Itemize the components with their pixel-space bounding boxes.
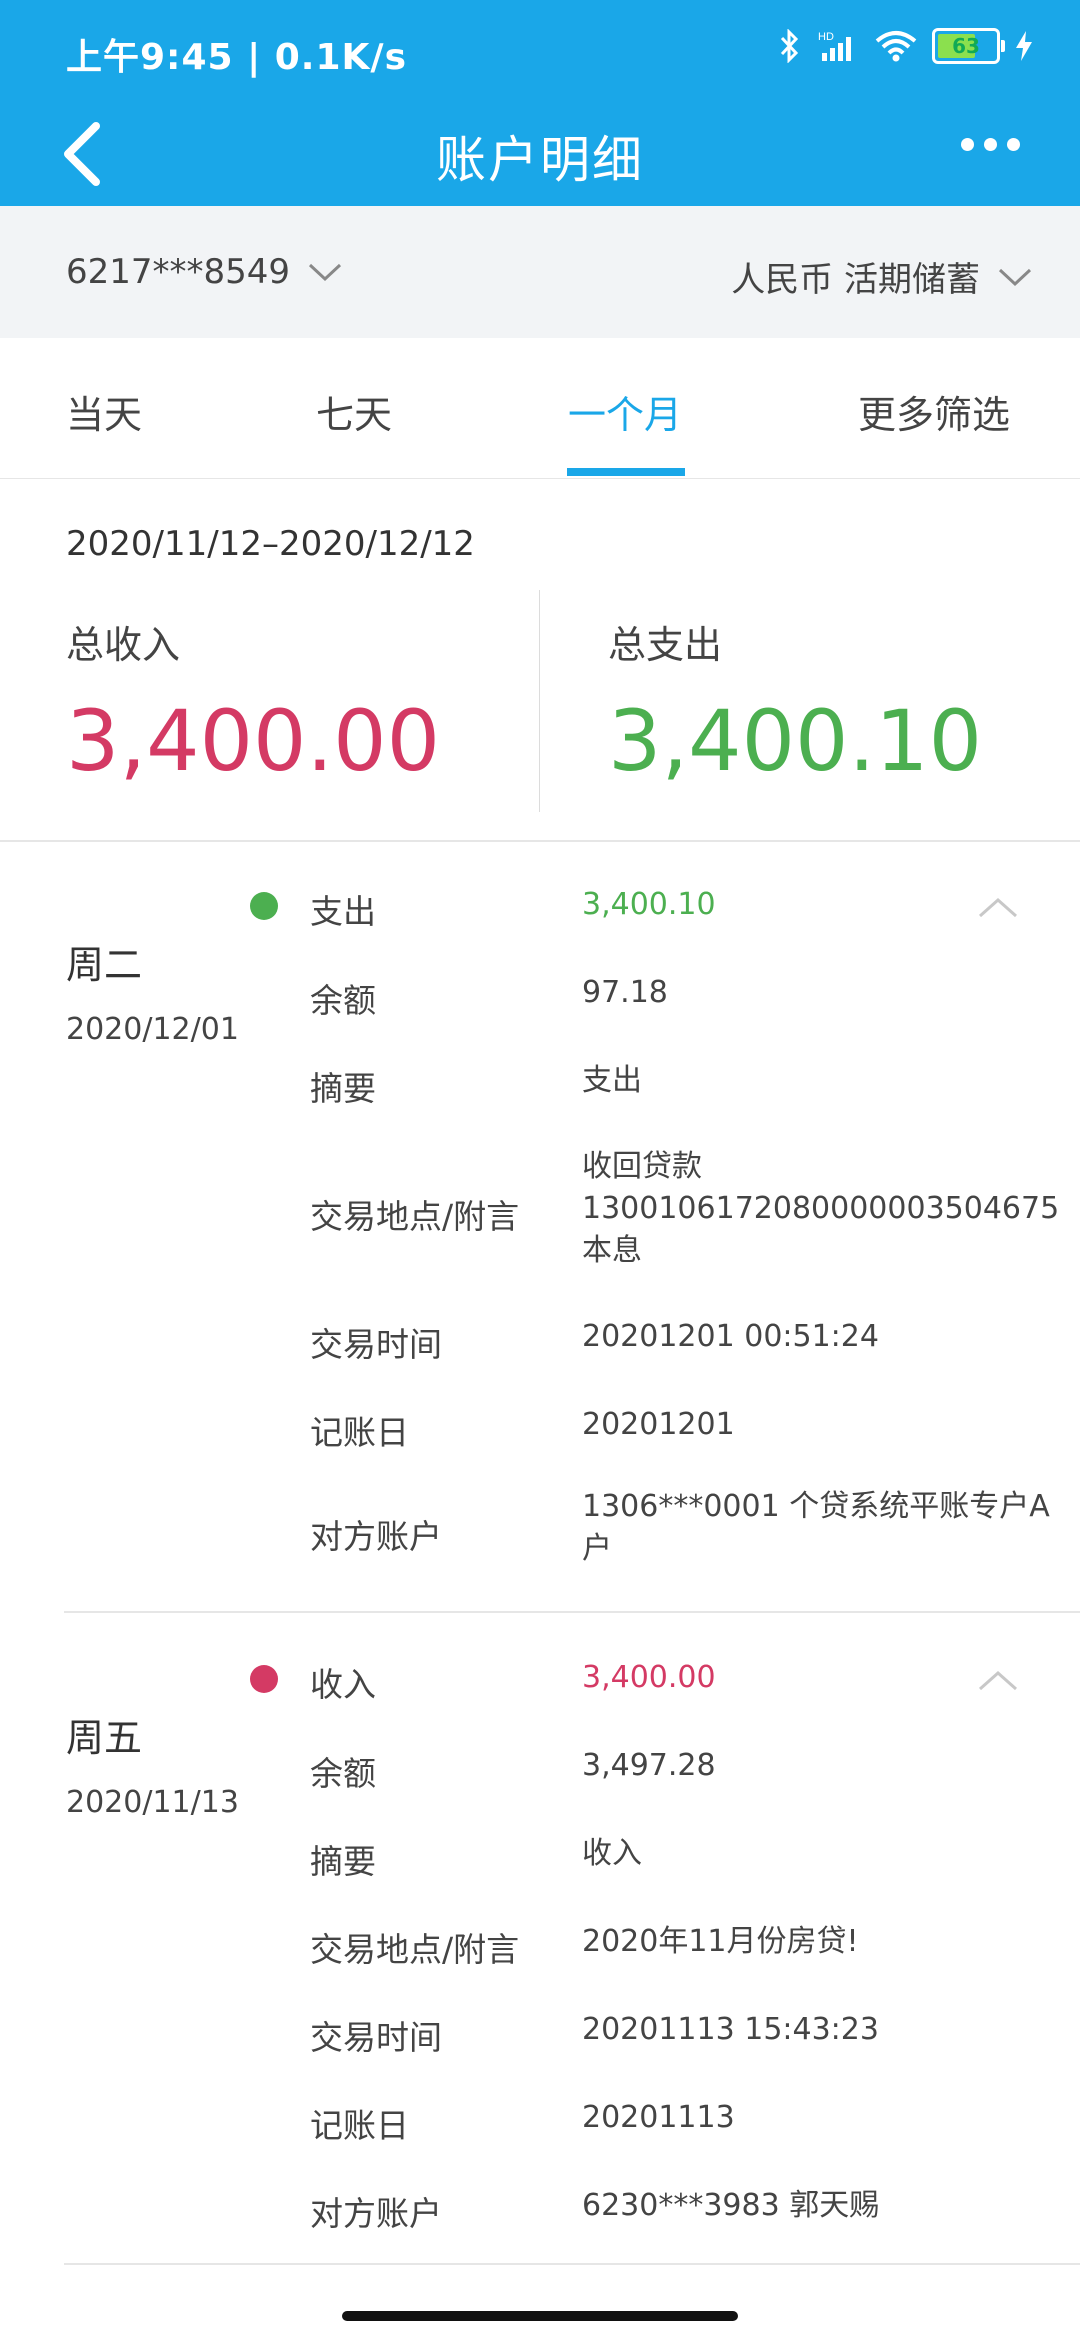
counterparty-line: 1306***0001 个贷系统平账专户A xyxy=(582,1489,1050,1524)
summary-divider xyxy=(539,590,540,812)
status-time: 上午9:45 | 0.1K/s xyxy=(66,37,408,78)
income-dot-icon xyxy=(250,1665,278,1693)
transaction-type-label: 收入 xyxy=(310,1665,376,1704)
transaction-weekday: 周五 xyxy=(66,1716,143,1760)
expense-dot-icon xyxy=(250,892,278,920)
posting-date-value: 20201113 xyxy=(582,2100,735,2135)
active-tab-indicator xyxy=(567,468,685,476)
home-indicator[interactable] xyxy=(342,2311,738,2321)
tab-one-month[interactable]: 一个月 xyxy=(568,384,682,439)
location-note-value: 2020年11月份房贷! xyxy=(582,1924,859,1959)
posting-date-label: 记账日 xyxy=(310,1413,409,1452)
account-number-selector[interactable]: 6217***8549 xyxy=(66,252,344,292)
transaction-type-label: 支出 xyxy=(310,892,376,931)
transaction-divider xyxy=(64,2263,1080,2265)
account-selector-bar: 6217***8549 人民币 活期储蓄 xyxy=(0,206,1080,338)
signal-icon: HD xyxy=(818,31,851,61)
chevron-up-icon[interactable] xyxy=(976,1667,1020,1693)
counterparty-label: 对方账户 xyxy=(310,2194,442,2233)
balance-value: 97.18 xyxy=(582,975,668,1010)
transaction-amount: 3,400.00 xyxy=(582,1660,716,1695)
summary-label: 摘要 xyxy=(310,1069,376,1108)
battery-level: 63 xyxy=(952,34,980,58)
tab-seven-days[interactable]: 七天 xyxy=(316,384,392,439)
transaction-time-label: 交易时间 xyxy=(310,1325,442,1364)
transaction-date: 2020/11/13 xyxy=(66,1785,239,1820)
total-income-label: 总收入 xyxy=(66,623,181,667)
balance-label: 余额 xyxy=(310,981,376,1020)
balance-label: 余额 xyxy=(310,1754,376,1793)
more-dot-icon xyxy=(961,138,974,151)
counterparty-value: 6230***3983 郭天赐 xyxy=(582,2188,880,2223)
chevron-up-icon[interactable] xyxy=(976,894,1020,920)
transaction-weekday: 周二 xyxy=(66,943,143,987)
page-title: 账户明细 xyxy=(436,131,644,189)
tab-more-filters[interactable]: 更多筛选 xyxy=(858,384,1010,439)
location-note-label: 交易地点/附言 xyxy=(310,1930,520,1969)
counterparty-line: 户 xyxy=(582,1531,612,1566)
more-dot-icon xyxy=(984,138,997,151)
transaction-time-value: 20201201 00:51:24 xyxy=(582,1319,879,1354)
location-note-line: 本息 xyxy=(582,1233,642,1268)
transaction-item[interactable]: 周二 2020/12/01 支出 3,400.10 余额 97.18 摘要 支出… xyxy=(0,840,1080,1612)
total-income-value: 3,400.00 xyxy=(66,692,441,790)
posting-date-label: 记账日 xyxy=(310,2106,409,2145)
counterparty-label: 对方账户 xyxy=(310,1517,442,1556)
more-options-button[interactable] xyxy=(961,138,1020,151)
wifi-icon xyxy=(875,31,917,62)
account-type: 人民币 活期储蓄 xyxy=(731,260,980,300)
tab-today[interactable]: 当天 xyxy=(66,384,142,439)
chevron-down-icon xyxy=(309,263,342,282)
transaction-amount: 3,400.10 xyxy=(582,887,716,922)
period-tabs: 当天 七天 一个月 更多筛选 xyxy=(0,338,1080,479)
charging-icon xyxy=(1016,31,1032,61)
battery-icon: 63 xyxy=(932,28,1005,64)
app-header: 账户明细 xyxy=(0,100,1080,206)
location-note-label: 交易地点/附言 xyxy=(310,1197,520,1236)
account-type-selector[interactable]: 人民币 活期储蓄 xyxy=(731,252,1034,301)
summary-panel: 2020/11/12–2020/12/12 总收入 3,400.00 总支出 3… xyxy=(0,478,1080,842)
date-range: 2020/11/12–2020/12/12 xyxy=(66,524,475,564)
svg-text:HD: HD xyxy=(818,31,834,43)
chevron-down-icon xyxy=(998,268,1032,286)
status-bar: 上午9:45 | 0.1K/s HD 63 xyxy=(0,0,1080,100)
transaction-item[interactable]: 周五 2020/11/13 收入 3,400.00 余额 3,497.28 摘要… xyxy=(0,1613,1080,2263)
status-icons: HD 63 xyxy=(778,28,1034,64)
location-note-value: 收回贷款 1300106172080000003504675 本息 xyxy=(582,1146,1059,1272)
posting-date-value: 20201201 xyxy=(582,1407,735,1442)
location-note-line: 1300106172080000003504675 xyxy=(582,1191,1060,1226)
transaction-date: 2020/12/01 xyxy=(66,1012,239,1047)
total-expense-value: 3,400.10 xyxy=(608,692,983,790)
transaction-time-label: 交易时间 xyxy=(310,2018,442,2057)
more-dot-icon xyxy=(1007,138,1020,151)
summary-value: 支出 xyxy=(582,1063,642,1098)
summary-label: 摘要 xyxy=(310,1842,376,1881)
total-expense-label: 总支出 xyxy=(608,623,723,667)
transaction-time-value: 20201113 15:43:23 xyxy=(582,2012,879,2047)
balance-value: 3,497.28 xyxy=(582,1748,716,1783)
bluetooth-icon xyxy=(780,29,799,63)
summary-value: 收入 xyxy=(582,1836,642,1871)
location-note-line: 收回贷款 xyxy=(582,1149,702,1184)
counterparty-value: 1306***0001 个贷系统平账专户A 户 xyxy=(582,1486,1050,1570)
account-number: 6217***8549 xyxy=(66,252,291,292)
